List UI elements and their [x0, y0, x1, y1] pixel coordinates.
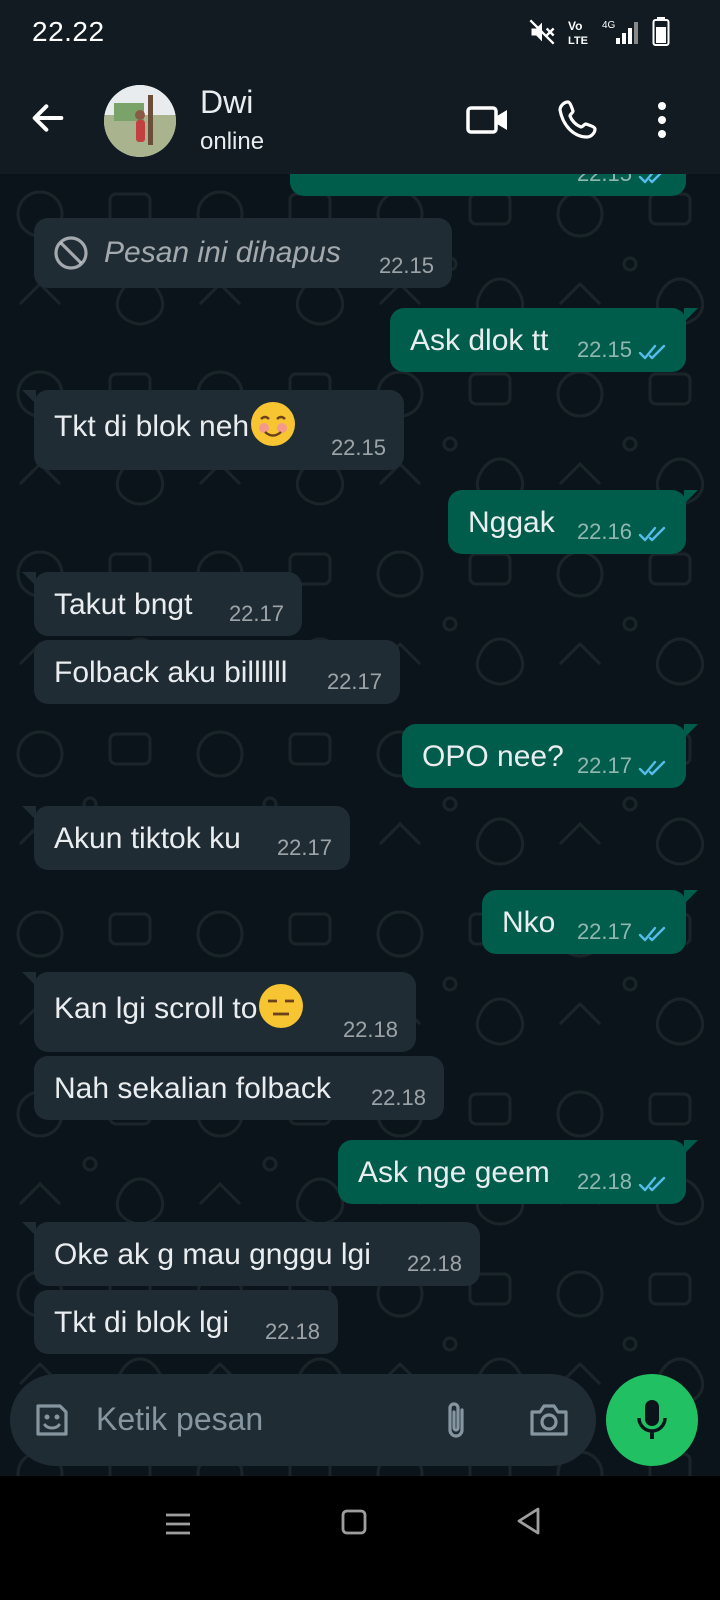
message-time: 22.17	[576, 919, 632, 944]
message-text: Takut bngt	[54, 588, 193, 621]
incoming-message[interactable]: Takut bngt 22.17	[22, 572, 302, 636]
incoming-message[interactable]: Tkt di blok lgi 22.18	[34, 1290, 338, 1354]
message-text: Folback aku billllll	[54, 656, 288, 689]
read-receipt-icon	[638, 174, 672, 186]
message-time: 22.15	[577, 174, 632, 187]
battery-icon	[652, 17, 670, 46]
bubble-tail	[684, 490, 698, 504]
voice-call-icon[interactable]	[556, 96, 604, 144]
signal-icon: 4G	[602, 20, 638, 44]
bubble-tail	[684, 890, 698, 904]
contact-status: online	[200, 128, 265, 155]
message-text: Tkt di blok neh	[54, 402, 296, 450]
incoming-message[interactable]: Folback aku billllll 22.17	[34, 640, 400, 704]
deleted-icon	[52, 234, 90, 272]
smiling-blush-emoji-icon	[251, 402, 296, 446]
bubble-tail	[684, 1140, 698, 1154]
bubble-tail	[22, 390, 36, 404]
message-composer[interactable]: Ketik pesan	[10, 1374, 596, 1466]
svg-text:LTE: LTE	[568, 35, 588, 46]
message-time: 22.16	[576, 519, 632, 544]
camera-icon[interactable]	[528, 1400, 570, 1440]
volte-icon: Vo LTE	[568, 19, 588, 46]
message-input[interactable]: Ketik pesan	[96, 1401, 263, 1438]
message-text: Nggak	[468, 506, 555, 539]
message-text: Ask nge geem	[358, 1156, 550, 1189]
message-time: 22.15	[330, 435, 386, 460]
bubble-tail	[684, 724, 698, 738]
message-time: 22.15	[576, 337, 632, 362]
bubble-tail	[22, 1222, 36, 1236]
home-icon[interactable]	[340, 1508, 368, 1536]
status-time: 22.22	[32, 16, 105, 47]
svg-text:4G: 4G	[602, 20, 616, 31]
sticker-icon[interactable]	[32, 1400, 72, 1440]
message-time: 22.18	[370, 1085, 426, 1110]
mute-icon	[529, 19, 555, 45]
expressionless-emoji-icon	[259, 984, 304, 1028]
attach-icon[interactable]	[438, 1400, 474, 1442]
incoming-message[interactable]: Akun tiktok ku 22.17	[22, 806, 350, 870]
message-time: 22.17	[276, 835, 332, 860]
outgoing-message[interactable]: Nko 22.17	[482, 890, 698, 954]
message-time: 22.15	[378, 253, 434, 278]
outgoing-message[interactable]: Ask nge geem 22.18	[338, 1140, 698, 1204]
read-receipt-icon	[638, 758, 672, 778]
read-receipt-icon	[638, 342, 672, 362]
bubble-tail	[22, 572, 36, 586]
outgoing-message[interactable]: Nggak 22.16	[448, 490, 698, 554]
message-text: Pesan ini dihapus	[104, 236, 341, 269]
message-time: 22.18	[406, 1251, 462, 1276]
message-text: Kan lgi scroll to	[54, 984, 304, 1032]
message-text: Nko	[502, 906, 556, 939]
contact-name[interactable]: Dwi	[200, 84, 253, 121]
incoming-message[interactable]: Tkt di blok neh 22.15	[22, 390, 404, 470]
message-time: 22.17	[326, 669, 382, 694]
mic-icon	[637, 1400, 667, 1439]
incoming-message[interactable]: Oke ak g mau gnggu lgi 22.18	[22, 1222, 480, 1286]
outgoing-message[interactable]: OPO nee? 22.17	[402, 724, 698, 788]
recents-icon[interactable]	[164, 1510, 192, 1538]
bubble-tail	[22, 972, 36, 986]
message-text: Tkt di blok lgi	[54, 1306, 230, 1339]
bubble-tail	[684, 308, 698, 322]
outgoing-message[interactable]: Wes tak blok Kho22.15	[290, 174, 686, 196]
message-time: 22.18	[342, 1017, 398, 1042]
message-text: Nah sekalian folback	[54, 1072, 331, 1105]
read-receipt-icon	[638, 524, 672, 544]
mic-button[interactable]	[606, 1374, 698, 1466]
incoming-message[interactable]: Kan lgi scroll to 22.18	[22, 972, 416, 1052]
system-nav-bar	[0, 1476, 720, 1600]
message-text: Oke ak g mau gnggu lgi	[54, 1238, 371, 1271]
svg-text:Vo: Vo	[568, 19, 582, 33]
status-bar: 22.22 Vo LTE 4G	[0, 0, 720, 66]
chat-header: Dwi online	[0, 66, 720, 174]
video-call-icon[interactable]	[464, 96, 512, 144]
bubble-tail	[22, 806, 36, 820]
read-receipt-icon	[638, 924, 672, 944]
message-time: 22.17	[228, 601, 284, 626]
back-arrow-icon[interactable]	[28, 98, 68, 138]
status-icons: Vo LTE 4G	[528, 16, 670, 48]
chat-area[interactable]: Wes tak blok Kho22.15 Pesan ini dihapus 22…	[0, 174, 720, 1504]
message-text: Akun tiktok ku	[54, 822, 241, 855]
incoming-message[interactable]: Nah sekalian folback 22.18	[34, 1056, 444, 1120]
message-time: 22.18	[264, 1319, 320, 1344]
message-text: Ask dlok tt	[410, 324, 549, 357]
avatar[interactable]	[104, 85, 176, 157]
outgoing-message[interactable]: Ask dlok tt 22.15	[390, 308, 698, 372]
back-nav-icon[interactable]	[514, 1506, 544, 1536]
read-receipt-icon	[638, 1174, 672, 1194]
message-time: 22.17	[576, 753, 632, 778]
message-time: 22.18	[576, 1169, 632, 1194]
more-options-icon[interactable]	[638, 96, 686, 144]
incoming-message[interactable]: Pesan ini dihapus 22.15	[34, 218, 452, 288]
message-text: OPO nee?	[422, 740, 564, 773]
